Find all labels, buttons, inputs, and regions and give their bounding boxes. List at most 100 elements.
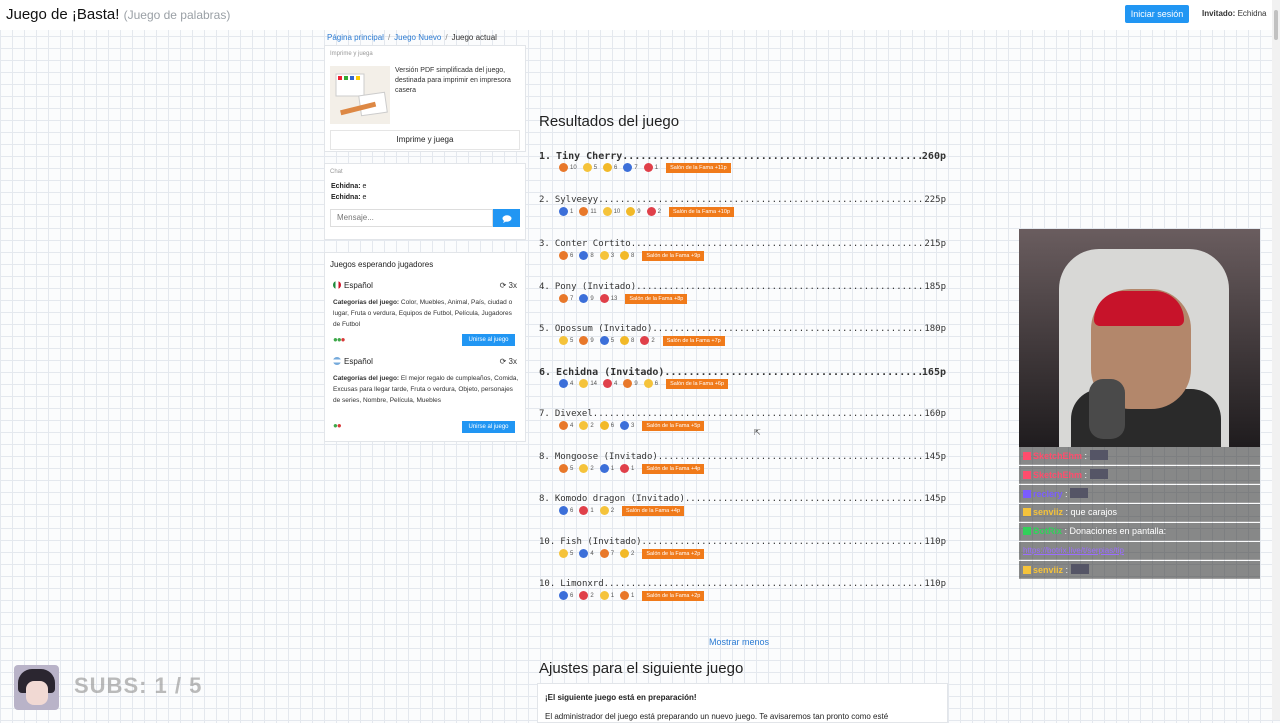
- stream-chat-user: SketchEhm: [1033, 451, 1083, 461]
- breadcrumb: Página principal / Juego Nuevo / Juego actua…: [327, 33, 497, 42]
- reaction-heart[interactable]: 13: [599, 294, 617, 303]
- reaction-laugh[interactable]: 1: [599, 591, 614, 600]
- reaction-like[interactable]: 1: [559, 207, 573, 216]
- reaction-like[interactable]: 8: [579, 251, 594, 260]
- reaction-laugh[interactable]: 2: [579, 421, 594, 430]
- hall-of-fame-badge: Salón de la Fama +6p: [666, 378, 729, 389]
- like-emoji-icon: [559, 207, 568, 216]
- reaction-angry[interactable]: 9: [579, 336, 594, 345]
- guest-info: Invitado: Echidna: [1202, 9, 1267, 18]
- result-points: 110p: [924, 537, 946, 547]
- reaction-wow[interactable]: 8: [620, 336, 634, 345]
- reaction-laugh[interactable]: 2: [599, 506, 614, 515]
- join-game-button[interactable]: Unirse al juego: [462, 334, 515, 346]
- reaction-laugh[interactable]: 5: [559, 336, 573, 345]
- reaction-like[interactable]: 1: [599, 464, 614, 473]
- like-emoji-icon: [599, 464, 609, 473]
- reaction-like[interactable]: 4: [559, 379, 573, 388]
- reaction-count: 6: [654, 380, 659, 387]
- stream-chat-link[interactable]: https://botrix.live/t/serpias/tip: [1023, 546, 1124, 555]
- scrollbar-thumb[interactable]: [1274, 10, 1278, 40]
- reaction-like[interactable]: 7: [623, 163, 638, 172]
- chat-message-input[interactable]: Mensaje...: [330, 209, 493, 227]
- refresh-icon: ⟳: [499, 357, 507, 366]
- reaction-angry[interactable]: 10: [559, 163, 577, 172]
- breadcrumb-new-game[interactable]: Juego Nuevo: [394, 33, 441, 42]
- reaction-wow[interactable]: 8: [620, 251, 634, 260]
- reaction-like[interactable]: 3: [620, 421, 634, 430]
- breadcrumb-home[interactable]: Página principal: [327, 33, 384, 42]
- like-emoji-icon: [559, 379, 568, 388]
- result-player-name: Echidna (Invitado): [556, 367, 665, 378]
- reaction-laugh[interactable]: 6: [643, 379, 659, 388]
- reaction-wow[interactable]: 6: [599, 421, 614, 430]
- stream-chat-colon: :: [1082, 470, 1090, 480]
- reaction-angry[interactable]: 9: [623, 379, 638, 388]
- like-emoji-icon: [579, 251, 589, 260]
- reaction-laugh[interactable]: 2: [579, 464, 594, 473]
- reaction-heart[interactable]: 2: [579, 591, 594, 600]
- result-row: 10. Fish (Invitado) 110p 5 4 7 2 Salón de la Fa…: [539, 537, 946, 573]
- reaction-angry[interactable]: 4: [559, 421, 573, 430]
- waiting-game-entry: Español ⟳ 3x Categorías del juego: El me…: [333, 357, 519, 433]
- login-button[interactable]: Iniciar sesión: [1125, 5, 1189, 23]
- mexico-flag-icon: [333, 281, 341, 289]
- game-multiplier: ⟳ 3x: [500, 281, 517, 290]
- laugh-emoji-icon: [559, 336, 568, 345]
- laugh-emoji-icon: [602, 207, 612, 216]
- reaction-heart[interactable]: 1: [643, 163, 658, 172]
- join-game-button[interactable]: Unirse al juego: [462, 421, 515, 433]
- reaction-angry[interactable]: 7: [559, 294, 573, 303]
- angry-emoji-icon: [623, 379, 633, 388]
- reaction-laugh[interactable]: 3: [599, 251, 614, 260]
- game-language: Español: [333, 281, 373, 290]
- reaction-laugh[interactable]: 10: [602, 207, 620, 216]
- game-categories: Categorías del juego: El mejor regalo de…: [333, 373, 519, 406]
- reaction-angry[interactable]: 6: [559, 251, 573, 260]
- hall-of-fame-badge: Salón de la Fama +7p: [662, 335, 725, 346]
- reaction-like[interactable]: 9: [579, 294, 594, 303]
- reaction-angry[interactable]: 11: [579, 207, 597, 216]
- reaction-wow[interactable]: 9: [626, 207, 641, 216]
- chat-badge-icon: [1023, 508, 1031, 516]
- heart-emoji-icon: [643, 163, 653, 172]
- reaction-count: 6: [570, 592, 574, 599]
- stream-chat-text: que carajos: [1070, 507, 1118, 517]
- reaction-wow[interactable]: 2: [620, 549, 634, 558]
- chat-card: Chat Echidna: e Echidna: e Mensaje...: [324, 163, 526, 240]
- chat-badge-icon: [1023, 490, 1031, 498]
- reaction-angry[interactable]: 7: [599, 549, 614, 558]
- reaction-like[interactable]: 5: [599, 336, 614, 345]
- reaction-like[interactable]: 4: [579, 549, 594, 558]
- reaction-count: 9: [590, 337, 594, 344]
- show-less-link[interactable]: Mostrar menos: [709, 637, 769, 647]
- page-scrollbar[interactable]: [1272, 0, 1280, 720]
- reaction-laugh[interactable]: 5: [582, 163, 597, 172]
- like-emoji-icon: [579, 549, 589, 558]
- reaction-wow[interactable]: 6: [603, 163, 617, 172]
- print-and-play-button[interactable]: Imprime y juega: [330, 130, 520, 150]
- argentina-flag-icon: [333, 357, 341, 365]
- reaction-laugh[interactable]: 14: [579, 379, 597, 388]
- chat-send-button[interactable]: [493, 209, 520, 227]
- game-categories: Categorías del juego: Color, Muebles, An…: [333, 297, 519, 330]
- reaction-laugh[interactable]: 5: [559, 549, 573, 558]
- reaction-angry[interactable]: 1: [620, 591, 634, 600]
- reaction-heart[interactable]: 2: [646, 207, 661, 216]
- chat-badge-icon: [1023, 471, 1031, 479]
- game-language-label: Español: [344, 281, 373, 290]
- reactions-bar: 4 14 4 9 6 Salón de la Fama +6p: [559, 378, 729, 389]
- reaction-heart[interactable]: 1: [620, 464, 634, 473]
- reaction-heart[interactable]: 1: [579, 506, 594, 515]
- reaction-like[interactable]: 6: [559, 506, 573, 515]
- reaction-heart[interactable]: 4: [603, 379, 617, 388]
- reactions-bar: 5 2 1 1 Salón de la Fama +4p: [559, 463, 705, 474]
- result-rank: 3.: [539, 239, 550, 249]
- angry-emoji-icon: [559, 294, 568, 303]
- reaction-count: 4: [570, 422, 574, 429]
- reaction-like[interactable]: 6: [559, 591, 573, 600]
- chat-message-user: Echidna:: [331, 194, 361, 201]
- reaction-heart[interactable]: 2: [640, 336, 655, 345]
- print-thumbnail-image[interactable]: [330, 66, 390, 124]
- reaction-angry[interactable]: 5: [559, 464, 573, 473]
